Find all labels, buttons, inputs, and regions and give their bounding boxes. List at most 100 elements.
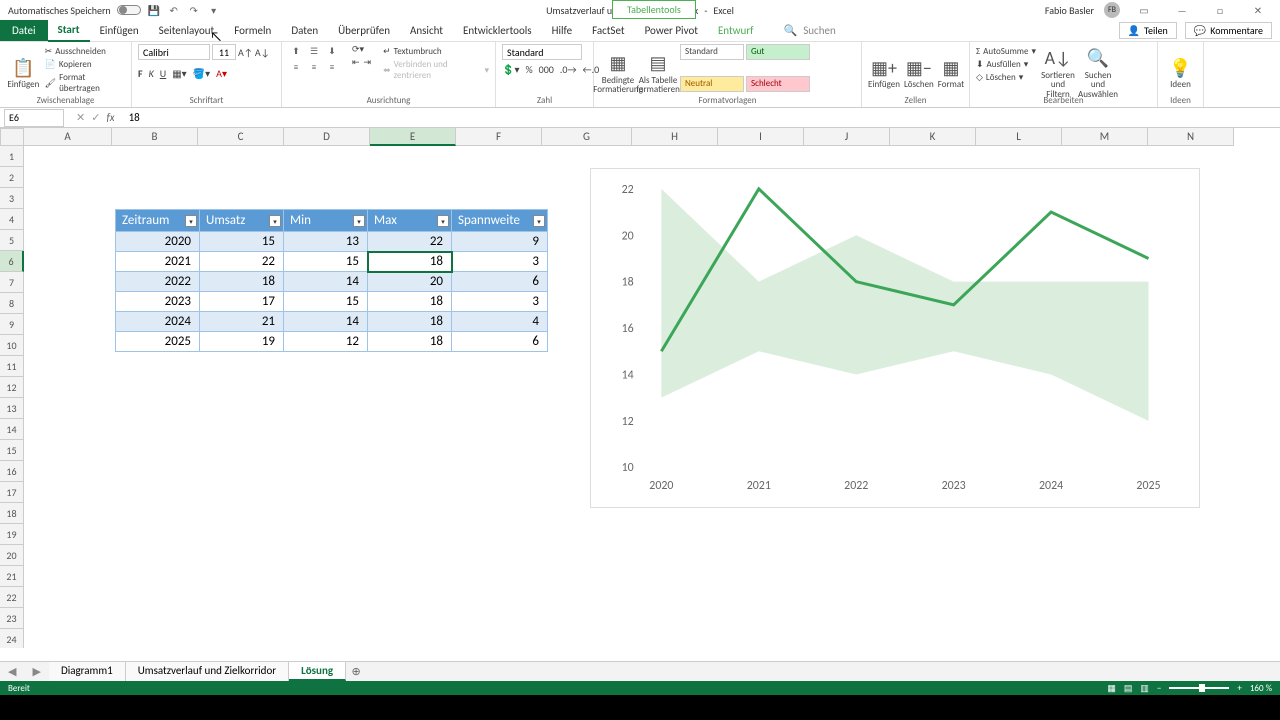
row-header-9[interactable]: 9 xyxy=(0,314,24,335)
row-header-2[interactable]: 2 xyxy=(0,167,24,188)
comma-icon[interactable]: 000 xyxy=(539,63,554,76)
font-size-input[interactable] xyxy=(212,44,236,60)
cut-button[interactable]: ✂ Ausschneiden xyxy=(45,46,125,57)
worksheet[interactable]: ABCDEFGHIJKLMN 1234567891011121314151617… xyxy=(0,128,1280,648)
tab-pagelayout[interactable]: Seitenlayout xyxy=(149,20,225,41)
bold-button[interactable]: F xyxy=(138,67,143,80)
row-header-11[interactable]: 11 xyxy=(0,356,24,377)
col-header-D[interactable]: D xyxy=(284,128,370,146)
align-top-icon[interactable]: ⬆ xyxy=(288,44,304,58)
autosave-toggle[interactable] xyxy=(117,5,141,15)
table-cell[interactable]: 21 xyxy=(200,312,284,332)
row-header-4[interactable]: 4 xyxy=(0,209,24,230)
table-cell[interactable]: 14 xyxy=(284,272,368,292)
filter-icon[interactable]: ▾ xyxy=(533,215,545,227)
table-cell[interactable]: 17 xyxy=(200,292,284,312)
redo-icon[interactable]: ↷ xyxy=(187,3,201,17)
col-header-L[interactable]: L xyxy=(976,128,1062,146)
row-header-15[interactable]: 15 xyxy=(0,440,24,461)
border-button[interactable]: ▦▾ xyxy=(172,67,186,80)
tab-help[interactable]: Hilfe xyxy=(542,20,582,41)
row-header-13[interactable]: 13 xyxy=(0,398,24,419)
accept-formula-icon[interactable]: ✓ xyxy=(91,111,100,124)
table-cell[interactable]: 18 xyxy=(368,252,452,272)
row-header-3[interactable]: 3 xyxy=(0,188,24,209)
sheet-tab[interactable]: Diagramm1 xyxy=(49,662,126,681)
tab-developer[interactable]: Entwicklertools xyxy=(453,20,542,41)
table-cell[interactable]: 18 xyxy=(368,292,452,312)
search-box[interactable]: 🔍 Suchen xyxy=(784,24,836,37)
row-header-12[interactable]: 12 xyxy=(0,377,24,398)
view-pagelayout-icon[interactable]: ▤ xyxy=(1124,683,1133,694)
table-cell[interactable]: 18 xyxy=(200,272,284,292)
tab-factset[interactable]: FactSet xyxy=(582,20,635,41)
table-cell[interactable]: 14 xyxy=(284,312,368,332)
tab-data[interactable]: Daten xyxy=(281,20,328,41)
table-row[interactable]: 20242114184 xyxy=(116,312,548,332)
col-header-A[interactable]: A xyxy=(24,128,112,146)
zoom-level[interactable]: 160 % xyxy=(1250,683,1272,694)
table-cell[interactable]: 18 xyxy=(368,312,452,332)
table-cell[interactable]: 2024 xyxy=(116,312,200,332)
table-cell[interactable]: 2021 xyxy=(116,252,200,272)
row-header-6[interactable]: 6 xyxy=(0,251,24,272)
row-header-24[interactable]: 24 xyxy=(0,629,24,648)
increase-font-icon[interactable]: A↑ xyxy=(238,46,253,59)
view-normal-icon[interactable]: ▦ xyxy=(1107,683,1116,694)
tab-nav-prev[interactable]: ◀ xyxy=(0,665,24,678)
decrease-font-icon[interactable]: A↓ xyxy=(255,46,270,59)
table-cell[interactable]: 15 xyxy=(284,252,368,272)
percent-icon[interactable]: % xyxy=(525,63,532,76)
table-header[interactable]: Min▾ xyxy=(284,210,368,232)
col-header-K[interactable]: K xyxy=(890,128,976,146)
data-table[interactable]: Zeitraum▾Umsatz▾Min▾Max▾Spannweite▾ 2020… xyxy=(115,209,548,352)
tab-view[interactable]: Ansicht xyxy=(400,20,453,41)
autosum-button[interactable]: Σ AutoSumme ▾ xyxy=(976,46,1036,57)
share-button[interactable]: 👤Teilen xyxy=(1119,22,1177,39)
row-header-23[interactable]: 23 xyxy=(0,608,24,629)
col-header-F[interactable]: F xyxy=(456,128,542,146)
table-cell[interactable]: 2025 xyxy=(116,332,200,352)
table-header[interactable]: Zeitraum▾ xyxy=(116,210,200,232)
orientation-button[interactable]: ⟳▾ xyxy=(352,44,371,55)
maximize-icon[interactable]: □ xyxy=(1206,0,1234,20)
filter-icon[interactable]: ▾ xyxy=(269,215,281,227)
cancel-formula-icon[interactable]: ✕ xyxy=(76,111,85,124)
view-pagebreak-icon[interactable]: ▥ xyxy=(1140,683,1149,694)
sheet-tab[interactable]: Umsatzverlauf und Zielkorridor xyxy=(126,662,289,681)
align-bottom-icon[interactable]: ⬇ xyxy=(324,44,340,58)
row-header-18[interactable]: 18 xyxy=(0,503,24,524)
format-painter-button[interactable]: 🖌 Format übertragen xyxy=(45,72,125,94)
table-header[interactable]: Spannweite▾ xyxy=(452,210,548,232)
clear-button[interactable]: ◇ Löschen ▾ xyxy=(976,72,1036,83)
italic-button[interactable]: K xyxy=(149,67,154,80)
fill-color-button[interactable]: 🪣▾ xyxy=(193,67,210,80)
cell-style-bad[interactable]: Schlecht xyxy=(746,76,810,92)
table-cell[interactable]: 13 xyxy=(284,232,368,252)
filter-icon[interactable]: ▾ xyxy=(437,215,449,227)
align-right-icon[interactable]: ≡ xyxy=(324,60,340,74)
table-cell[interactable]: 22 xyxy=(200,252,284,272)
row-header-20[interactable]: 20 xyxy=(0,545,24,566)
tab-powerpivot[interactable]: Power Pivot xyxy=(635,20,708,41)
zoom-out-icon[interactable]: − xyxy=(1157,683,1161,694)
table-header[interactable]: Max▾ xyxy=(368,210,452,232)
row-header-22[interactable]: 22 xyxy=(0,587,24,608)
table-cell[interactable]: 2022 xyxy=(116,272,200,292)
cell-style-good[interactable]: Gut xyxy=(746,44,810,60)
chart[interactable]: 10121416182022202020212022202320242025 xyxy=(590,168,1200,508)
table-cell[interactable]: 22 xyxy=(368,232,452,252)
tab-file[interactable]: Datei xyxy=(0,20,48,41)
table-cell[interactable]: 2023 xyxy=(116,292,200,312)
row-header-17[interactable]: 17 xyxy=(0,482,24,503)
table-cell[interactable]: 15 xyxy=(284,292,368,312)
cell-style-standard[interactable]: Standard xyxy=(680,44,744,60)
user-avatar-icon[interactable]: FB xyxy=(1104,2,1120,18)
font-name-input[interactable] xyxy=(138,44,210,60)
tab-insert[interactable]: Einfügen xyxy=(90,20,149,41)
save-icon[interactable]: 💾 xyxy=(147,3,161,17)
col-header-H[interactable]: H xyxy=(632,128,718,146)
col-header-B[interactable]: B xyxy=(112,128,198,146)
table-cell[interactable]: 6 xyxy=(452,332,548,352)
ribbon-options-icon[interactable]: ▭ xyxy=(1130,0,1158,20)
